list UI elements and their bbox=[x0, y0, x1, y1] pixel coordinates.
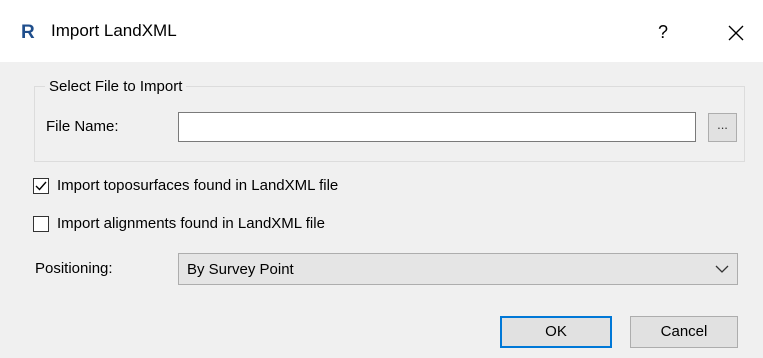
group-legend: Select File to Import bbox=[45, 78, 187, 96]
close-button[interactable] bbox=[710, 14, 760, 50]
file-name-input[interactable] bbox=[178, 112, 696, 142]
positioning-label: Positioning: bbox=[35, 260, 113, 277]
positioning-select[interactable]: By Survey Point bbox=[178, 253, 738, 285]
positioning-selected-value: By Survey Point bbox=[187, 261, 294, 278]
alignments-label[interactable]: Import alignments found in LandXML file bbox=[57, 215, 325, 233]
checkmark-icon bbox=[35, 181, 47, 191]
help-button[interactable]: ? bbox=[640, 14, 686, 50]
toposurfaces-checkbox[interactable] bbox=[33, 178, 49, 194]
dialog-title: Import LandXML bbox=[51, 21, 177, 40]
svg-text:R: R bbox=[21, 22, 35, 41]
ok-button[interactable]: OK bbox=[500, 316, 612, 348]
alignments-checkbox[interactable] bbox=[33, 216, 49, 232]
chevron-down-icon bbox=[715, 265, 729, 273]
close-icon bbox=[728, 25, 744, 41]
toposurfaces-label[interactable]: Import toposurfaces found in LandXML fil… bbox=[57, 177, 338, 195]
cancel-button[interactable]: Cancel bbox=[630, 316, 738, 348]
revit-r-icon: R bbox=[20, 21, 38, 41]
file-name-label: File Name: bbox=[46, 118, 119, 135]
title-bar: R Import LandXML ? bbox=[0, 0, 763, 62]
browse-button[interactable]: ... bbox=[708, 113, 737, 142]
